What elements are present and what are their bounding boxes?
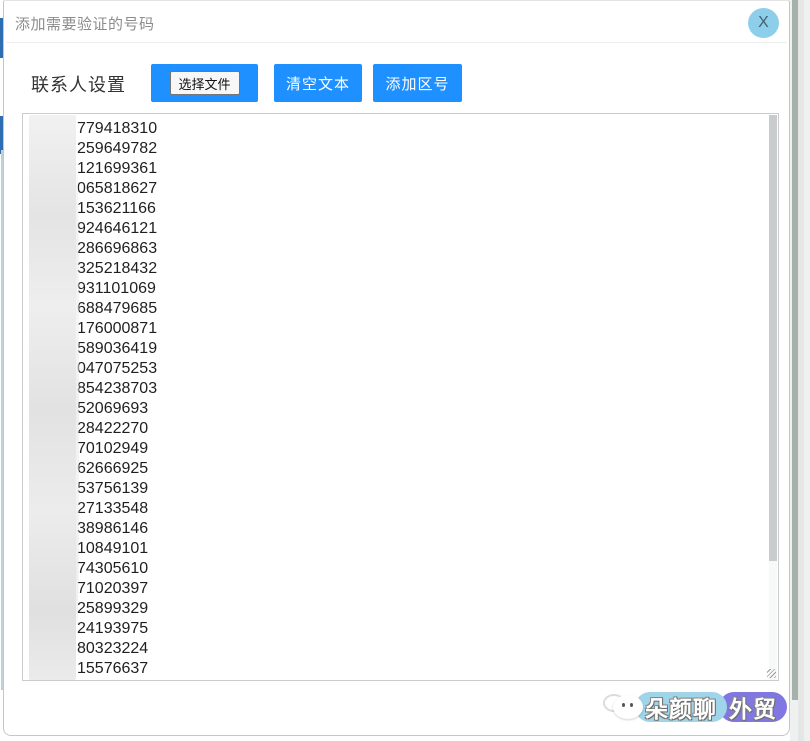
add-area-code-button[interactable]: 添加区号 (373, 64, 462, 102)
watermark-text-right: 外贸 (719, 692, 787, 722)
close-icon: X (758, 14, 769, 31)
phone-number-line: 27133548 (77, 500, 149, 517)
phone-number-line: 28422270 (77, 420, 149, 437)
choose-file-button-wrapper[interactable]: 选择文件 (151, 64, 258, 102)
resize-grip-icon[interactable] (767, 669, 776, 678)
phone-number-line: 52069693 (77, 400, 149, 417)
phone-number-line: 24193975 (77, 620, 149, 637)
background-right-soft (798, 0, 804, 741)
phone-number-line: 70102949 (77, 440, 149, 457)
phone-number-line: 286696863 (77, 240, 158, 257)
phone-number-line: 121699361 (77, 160, 158, 177)
phone-number-line: 74305610 (77, 560, 149, 577)
phone-number-line: 80323224 (77, 640, 149, 657)
phone-number-line: 779418310 (77, 120, 158, 137)
phone-number-line: 176000871 (77, 320, 158, 337)
add-numbers-dialog: 添加需要验证的号码 X 联系人设置 选择文件 清空文本 添加区号 7794183… (3, 0, 790, 736)
dialog-title: 添加需要验证的号码 (15, 16, 155, 33)
chat-bubble-icon (613, 695, 643, 719)
phone-number-line: 589036419 (77, 340, 158, 357)
phone-number-line: 10849101 (77, 540, 149, 557)
phone-number-line: 688479685 (77, 300, 158, 317)
page: 添加需要验证的号码 X 联系人设置 选择文件 清空文本 添加区号 7794183… (0, 0, 810, 741)
phone-number-line: 931101069 (77, 280, 156, 297)
choose-file-input-button[interactable]: 选择文件 (169, 71, 240, 95)
phone-number-line: 924646121 (77, 220, 158, 237)
phone-number-line: 71020397 (77, 580, 149, 597)
close-button[interactable]: X (748, 8, 779, 38)
phone-number-line: 259649782 (77, 140, 158, 157)
scrollbar-thumb[interactable] (769, 115, 777, 561)
phone-number-list: 779418310 259649782 121699361 065818627 1536… (77, 119, 157, 679)
phone-number-line: 62666925 (77, 460, 149, 477)
phone-number-line: 38986146 (77, 520, 149, 537)
redaction-blur-overlay (29, 115, 79, 680)
phone-number-line: 53756139 (77, 480, 149, 497)
phone-number-line: 25899329 (77, 600, 149, 617)
phone-numbers-textarea[interactable]: 779418310 259649782 121699361 065818627 1536… (22, 113, 779, 681)
clear-text-button[interactable]: 清空文本 (274, 64, 362, 102)
scrollbar-track[interactable] (769, 115, 777, 680)
phone-number-line: 065818627 (77, 180, 158, 197)
watermark-text-left: 朵颜聊 (635, 692, 727, 722)
phone-number-line: 047075253 (77, 360, 158, 377)
phone-number-line: 15576637 (77, 660, 149, 677)
header-divider (6, 42, 787, 43)
brand-watermark: 朵颜聊 外贸 (603, 689, 787, 725)
contact-settings-label: 联系人设置 (31, 75, 126, 95)
phone-number-line: 153621166 (77, 200, 156, 217)
phone-number-line: 325218432 (77, 260, 158, 277)
phone-number-line: 854238703 (77, 380, 158, 397)
